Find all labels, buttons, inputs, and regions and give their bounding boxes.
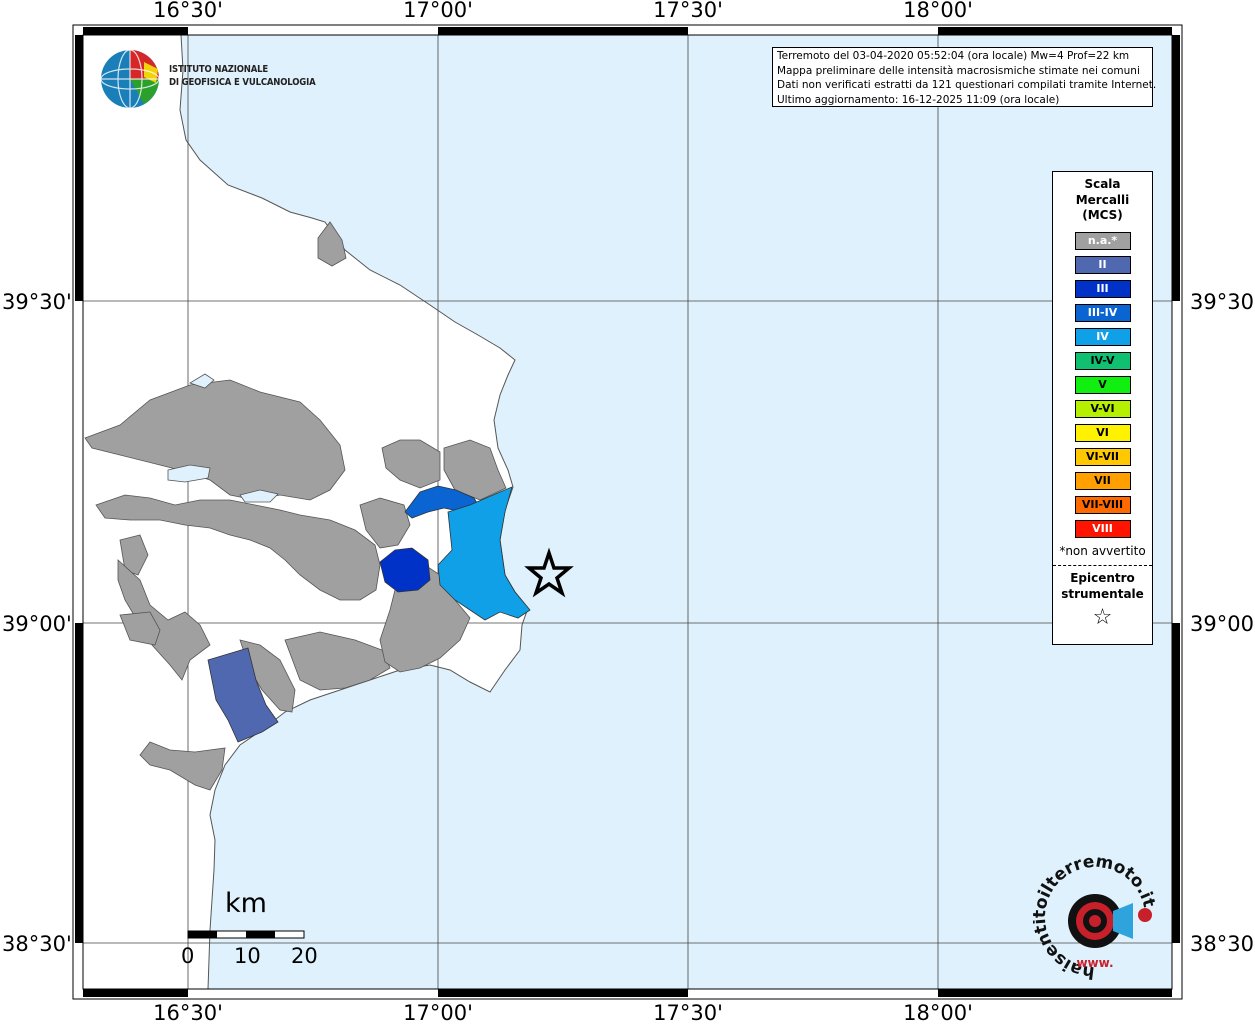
scale-bar	[187, 930, 305, 939]
legend-item-iv-v: IV-V	[1074, 351, 1131, 370]
legend-title-line3: (MCS)	[1082, 208, 1123, 222]
x-tick-bottom-2: 17°00'	[403, 1001, 473, 1024]
event-info-box: Terremoto del 03-04-2020 05:52:04 (ora l…	[772, 47, 1157, 107]
hsit-logo-icon: haisentitoilterremoto.it www.	[1033, 855, 1158, 980]
x-tick-bottom-1: 16°30'	[153, 1001, 223, 1024]
legend-epicenter-line2: strumentale	[1061, 586, 1144, 601]
event-info-line3: Dati non verificati estratti da 121 ques…	[777, 79, 1157, 91]
legend-item-viii: VIII	[1074, 519, 1131, 538]
legend-title-line2: Mercalli	[1075, 192, 1130, 207]
mcs-legend: Scala Mercalli (MCS) n.a.* II III III-IV IV I…	[1052, 171, 1153, 645]
ingv-logo-icon	[100, 49, 160, 109]
event-info-line2: Mappa preliminare delle intensità macros…	[777, 64, 1140, 77]
legend-epicenter-line1: Epicentro	[1070, 570, 1135, 585]
x-tick-bottom-3: 17°30'	[653, 1001, 723, 1024]
x-tick-top-1: 16°30'	[153, 0, 223, 22]
legend-item-vi-vii: VI-VII	[1074, 447, 1131, 466]
scale-label-10: 10	[234, 944, 261, 968]
legend-separator	[1053, 564, 1152, 566]
y-tick-right-3: 38°30'	[1190, 932, 1255, 956]
y-tick-right-2: 39°00'	[1190, 612, 1255, 636]
hsit-www: www.	[1076, 956, 1113, 970]
legend-item-ii: II	[1074, 255, 1131, 274]
y-tick-left-2: 39°00'	[2, 612, 72, 636]
x-tick-top-2: 17°00'	[403, 0, 473, 22]
legend-items: n.a.* II III III-IV IV IV-V V V-VI VI VI-VII VII VI…	[1053, 231, 1152, 538]
y-tick-left-3: 38°30'	[2, 932, 72, 956]
x-tick-top-4: 18°00'	[903, 0, 973, 22]
ingv-name-line2: DI GEOFISICA E VULCANOLOGIA	[169, 77, 316, 88]
legend-item-n-a: n.a.*	[1074, 231, 1131, 250]
event-info-line1: Terremoto del 03-04-2020 05:52:04 (ora l…	[777, 50, 1130, 62]
legend-item-v-vi: V-VI	[1074, 399, 1131, 418]
legend-item-iii: III	[1074, 279, 1131, 298]
x-tick-top-3: 17°30'	[653, 0, 723, 22]
y-tick-left-1: 39°30'	[2, 290, 72, 314]
scale-unit: km	[225, 888, 267, 919]
legend-note: *non avvertito	[1059, 543, 1146, 558]
y-tick-right-1: 39°30'	[1190, 290, 1255, 314]
legend-epicenter-label: Epicentro strumentale	[1053, 570, 1152, 602]
ingv-name: ISTITUTO NAZIONALE DI GEOFISICA E VULCAN…	[169, 63, 316, 89]
legend-item-vii: VII	[1074, 471, 1131, 490]
legend-item-vii-viii: VII-VIII	[1074, 495, 1131, 514]
legend-title-line1: Scala	[1084, 177, 1121, 191]
legend-item-iv: IV	[1074, 327, 1131, 346]
legend-item-iii-iv: III-IV	[1074, 303, 1131, 322]
scale-label-20: 20	[291, 944, 318, 968]
scale-label-0: 0	[181, 944, 195, 968]
legend-title: Scala Mercalli (MCS)	[1053, 177, 1152, 224]
legend-item-vi: VI	[1074, 423, 1131, 442]
ingv-name-line1: ISTITUTO NAZIONALE	[169, 64, 269, 75]
x-tick-bottom-4: 18°00'	[903, 1001, 973, 1024]
event-info-line4: Ultimo aggiornamento: 16-12-2025 11:09 (…	[777, 93, 1060, 106]
legend-star-icon: ☆	[1092, 604, 1113, 630]
legend-item-v: V	[1074, 375, 1131, 394]
